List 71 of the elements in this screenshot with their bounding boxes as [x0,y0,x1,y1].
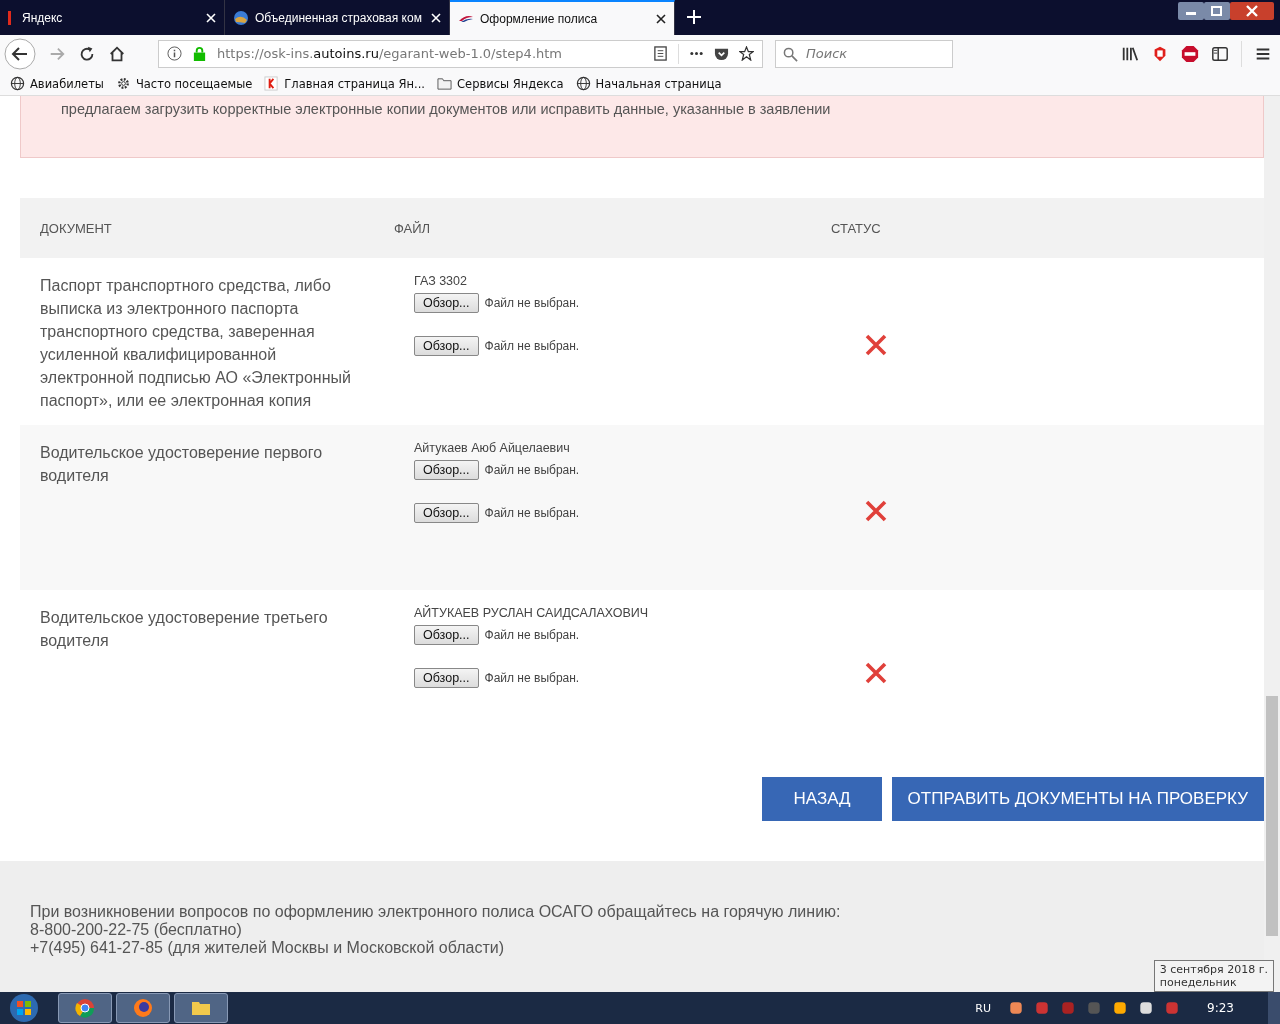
file-status: Файл не выбран. [484,296,580,310]
browse-button[interactable]: Обзор... [414,668,479,688]
tooltip-text: 3 сентября 2018 г. [1159,963,1268,976]
tray-icon[interactable] [1138,1000,1155,1016]
browse-button[interactable]: Обзор... [414,336,479,356]
home-icon[interactable] [108,44,126,63]
column-header: ФАЙЛ [394,220,432,236]
reader-view-icon[interactable] [653,46,668,61]
fox-icon [133,998,153,1018]
file-status: Файл не выбран. [484,506,580,520]
taskbar-button[interactable] [174,993,228,1023]
lock-icon [192,46,207,61]
owner-name: Айтукаев Аюб Айцелаевич [414,441,571,455]
submit-button[interactable]: ОТПРАВИТЬ ДОКУМЕНТЫ НА ПРОВЕРКУ [891,777,1264,821]
url-text: https://osk-ins.autoins.ru/egarant-web-1.0/step4.htm [217,46,562,61]
column-header: СТАТУС [831,220,882,236]
browse-button[interactable]: Обзор... [414,460,479,480]
taskbar-button[interactable] [116,993,170,1023]
document-name: Водительское удостоверение первого водителя [40,443,324,486]
document-name: Водительское удостоверение третьего водителя [40,608,329,651]
file-status: Файл не выбран. [484,628,580,642]
taskbar-button[interactable] [58,993,112,1023]
clock[interactable]: 9:23 [1207,1001,1234,1015]
bookmark-item[interactable]: Часто посещаемые [115,76,253,91]
owner-name: ГАЗ 3302 [414,274,468,288]
adblock-icon[interactable] [1181,44,1199,63]
back-icon[interactable] [4,37,36,70]
browse-button[interactable]: Обзор... [414,293,479,313]
file-status: Файл не выбран. [484,339,580,353]
reload-icon[interactable] [78,44,96,63]
info-icon[interactable] [167,46,182,61]
pocket-icon[interactable] [714,46,729,61]
new-tab-icon[interactable] [687,10,701,24]
browse-button[interactable]: Обзор... [414,625,479,645]
globe-icon [233,9,249,26]
back-button[interactable]: НАЗАД [762,777,882,821]
alert-text: предлагаем загрузить корректные электронные копии документов или исправить данные, указанные в заявлении [61,101,831,117]
yandex-icon [264,76,280,91]
globe-icon [10,76,25,91]
document-name: Паспорт транспортного средства, либо выписка из электронного паспорта транспортного средства, заверенная усиленной квалифицированной электронной подписью АО «Электронный паспорт», или ее электронная копия [40,276,352,411]
tooltip-text: понедельник [1159,976,1238,989]
browse-button[interactable]: Обзор... [414,503,479,523]
sidebar-icon[interactable] [1211,44,1229,63]
language-indicator[interactable]: RU [975,1001,992,1015]
bookmark-item[interactable]: Главная страница Ян... [264,76,426,91]
bookmark-item[interactable]: Авиабилеты [10,76,104,91]
close-window-icon[interactable] [1230,2,1274,20]
file-status: Файл не выбран. [484,463,580,477]
search-field[interactable]: Поиск [775,39,953,68]
folder-icon [437,76,453,91]
footer-text: 8-800-200-22-75 (бесплатно) [30,921,243,939]
circle-icon [75,998,95,1018]
tray-icon[interactable] [1008,1000,1025,1016]
owner-name: АЙТУКАЕВ РУСЛАН САИДСАЛАХОВИЧ [414,606,650,620]
footer-text: +7(495) 641-27-85 (для жителей Москвы и Московской области) [30,939,505,957]
tray-icon[interactable] [1112,1000,1129,1016]
star-icon[interactable] [739,46,754,61]
address-bar[interactable]: https://osk-ins.autoins.ru/egarant-web-1.0/step4.htm [158,39,763,68]
restore-icon[interactable] [1204,2,1230,20]
bookmark-item[interactable]: Начальная страница [575,76,722,91]
search-icon [783,46,798,62]
column-header: ДОКУМЕНТ [39,220,113,236]
library-icon[interactable] [1121,44,1139,63]
browser-tab[interactable]: Оформление полиса [450,0,675,35]
bookmark-item[interactable]: Сервисы Яндекса [437,76,564,91]
footer-text: При возникновении вопросов по оформлению электронного полиса ОСАГО обращайтесь на горячую линию: [30,903,842,921]
minimize-icon[interactable] [1178,2,1204,20]
gear-icon [115,76,131,91]
globe-icon [575,76,591,91]
file-status: Файл не выбран. [484,671,580,685]
close-icon[interactable] [656,13,666,24]
